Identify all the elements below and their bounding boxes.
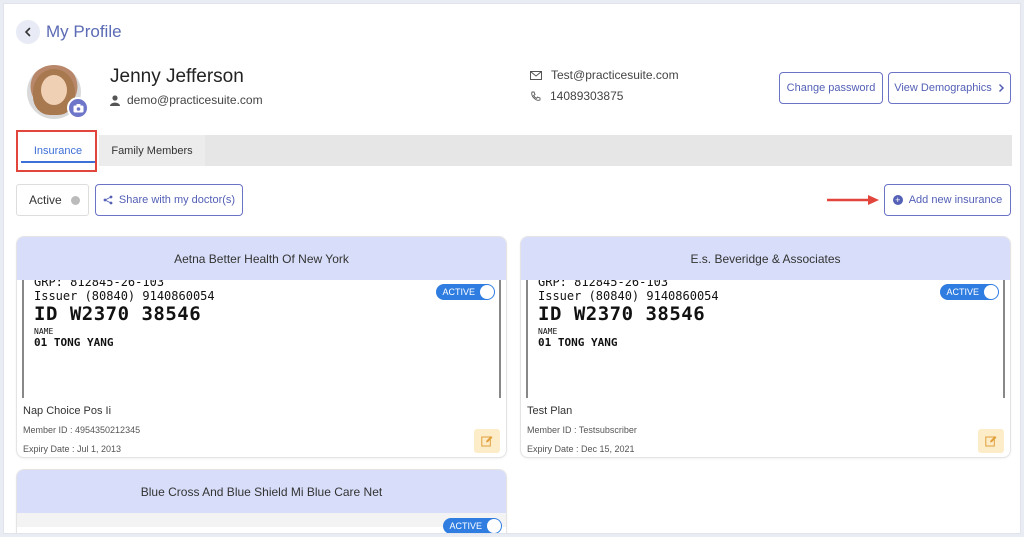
plan-name: Test Plan [527,405,573,417]
insurance-card[interactable]: Aetna Better Health Of New York GRP: 812… [16,236,507,458]
view-demographics-button[interactable]: View Demographics [888,72,1011,104]
insurance-card-title: Aetna Better Health Of New York [17,237,506,280]
status-filter-select[interactable]: Active [16,184,89,216]
share-with-doctor-button[interactable]: Share with my doctor(s) [95,184,243,216]
expiry-date: Expiry Date : Dec 15, 2021 [527,444,635,454]
active-toggle[interactable]: ACTIVE [940,284,999,300]
change-password-label: Change password [786,82,876,94]
edit-insurance-button[interactable] [474,429,500,453]
edit-icon [481,436,493,447]
insurance-card-image: GRP: 812845-26-103 Issuer (80840) 914086… [526,280,1005,398]
contact-email-text: Test@practicesuite.com [551,68,679,82]
active-toggle[interactable]: ACTIVE [436,284,495,300]
camera-icon [73,103,83,112]
change-password-button[interactable]: Change password [779,72,883,104]
contact-phone: 14089303875 [530,89,623,103]
mail-icon [530,70,542,80]
chevron-left-icon [24,27,31,37]
insurance-card-title: Blue Cross And Blue Shield Mi Blue Care … [17,470,506,513]
plan-name: Nap Choice Pos Ii [23,405,112,417]
insurance-card[interactable]: Blue Cross And Blue Shield Mi Blue Care … [16,469,507,533]
insurance-card-title: E.s. Beveridge & Associates [521,237,1010,280]
edit-icon [985,436,997,447]
edit-insurance-button[interactable] [978,429,1004,453]
annotation-arrow-icon [827,195,879,205]
plus-circle-icon: + [892,195,903,205]
member-id: Member ID : 4954350212345 [23,425,141,435]
insurance-card-image: GRP: 812845-26-103 Issuer (80840) 914086… [22,280,501,398]
active-toggle[interactable]: ACTIVE [443,518,502,533]
back-button[interactable] [16,20,40,44]
contact-email: Test@practicesuite.com [530,68,679,82]
user-name: Jenny Jefferson [110,66,244,87]
add-insurance-label: Add new insurance [908,194,1003,206]
phone-icon [531,91,541,101]
share-icon [103,195,113,205]
expiry-date: Expiry Date : Jul 1, 2013 [23,444,122,454]
user-login-text: demo@practicesuite.com [127,93,263,107]
chevron-down-icon [71,196,80,205]
chevron-right-icon [998,83,1004,93]
insurance-card[interactable]: E.s. Beveridge & Associates GRP: 812845-… [520,236,1011,458]
view-demographics-label: View Demographics [894,82,992,94]
add-insurance-button[interactable]: + Add new insurance [884,184,1011,216]
profile-page: My Profile Jenny Jefferson demo@practice… [3,3,1021,534]
member-id: Member ID : Testsubscriber [527,425,637,435]
status-filter-value: Active [29,193,62,207]
tabs-bar: Insurance Family Members [17,135,1012,166]
contact-phone-text: 14089303875 [550,89,624,103]
user-icon [110,94,120,106]
share-label: Share with my doctor(s) [118,194,236,206]
user-login: demo@practicesuite.com [110,93,263,107]
change-photo-button[interactable] [67,97,89,119]
page-title: My Profile [46,22,122,41]
tab-family-members[interactable]: Family Members [99,135,205,166]
tab-insurance[interactable]: Insurance [17,135,99,166]
